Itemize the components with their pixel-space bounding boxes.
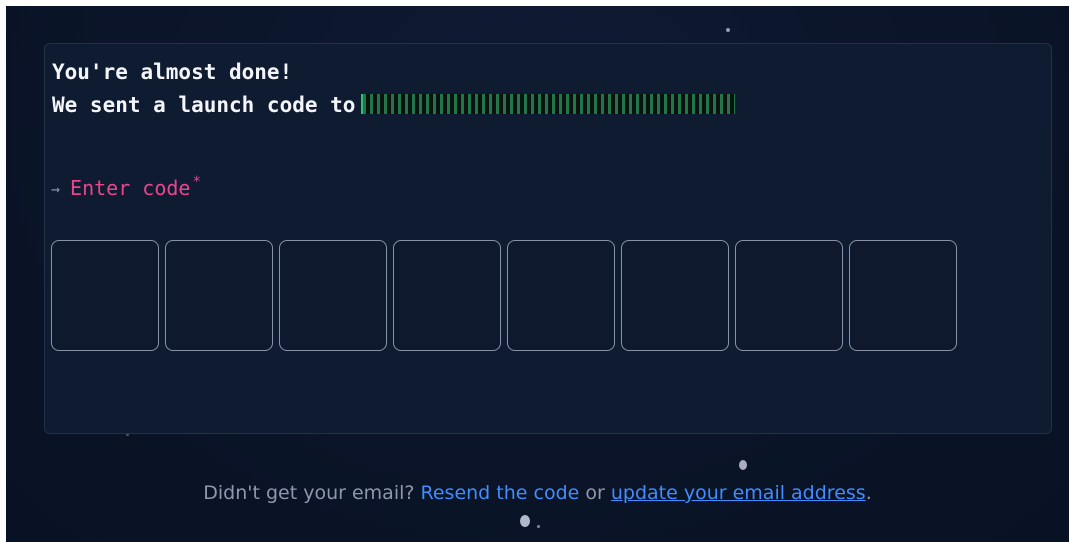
required-marker: *	[192, 174, 201, 190]
star-decoration	[739, 460, 747, 470]
enter-code-label: → Enter code *	[51, 174, 201, 200]
redacted-email-address	[361, 94, 736, 114]
code-digit-input-6[interactable]	[621, 240, 729, 351]
arrow-right-icon: →	[51, 180, 61, 198]
star-decoration	[520, 515, 530, 527]
code-digit-input-8[interactable]	[849, 240, 957, 351]
enter-code-text: Enter code	[70, 176, 191, 200]
code-digit-input-4[interactable]	[393, 240, 501, 351]
code-digit-input-5[interactable]	[507, 240, 615, 351]
footer-period: .	[865, 482, 872, 504]
star-decoration	[726, 28, 730, 32]
almost-done-text: You're almost done!	[52, 60, 293, 84]
no-email-text: Didn't get your email?	[203, 482, 415, 504]
or-text: or	[585, 482, 605, 504]
page-background: You're almost done! We sent a launch cod…	[6, 6, 1069, 542]
resend-code-link[interactable]: Resend the code	[421, 482, 580, 504]
update-email-link[interactable]: update your email address	[611, 482, 866, 504]
code-input-group	[51, 240, 957, 351]
launch-code-text: We sent a launch code to	[52, 93, 356, 117]
confirmation-heading: You're almost done! We sent a launch cod…	[52, 56, 736, 122]
star-decoration	[537, 525, 540, 528]
resend-footer: Didn't get your email? Resend the code o…	[6, 482, 1069, 504]
launch-code-sentence: We sent a launch code to	[52, 89, 736, 122]
code-digit-input-2[interactable]	[165, 240, 273, 351]
code-digit-input-3[interactable]	[279, 240, 387, 351]
code-digit-input-1[interactable]	[51, 240, 159, 351]
code-digit-input-7[interactable]	[735, 240, 843, 351]
